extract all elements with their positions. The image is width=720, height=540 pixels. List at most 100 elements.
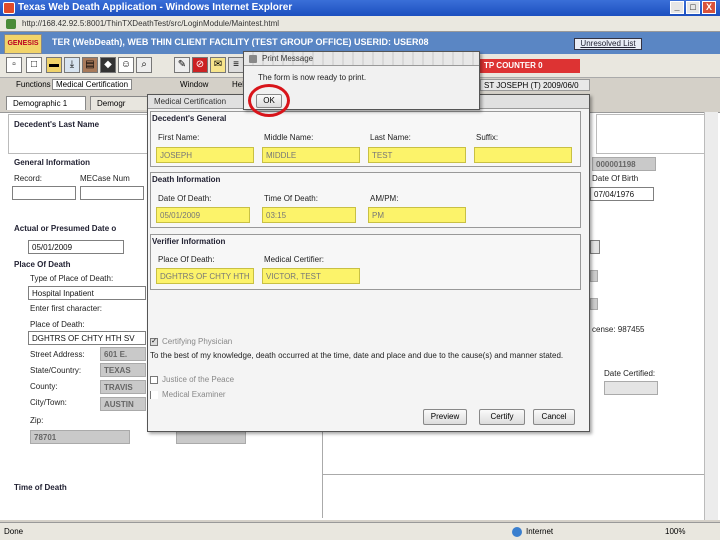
last-name-label: Last Name:: [370, 133, 411, 142]
enter-first-char-label: Enter first character:: [30, 304, 103, 313]
print-icon[interactable]: ▤: [82, 57, 98, 73]
address-bar[interactable]: http://168.42.92.5:8001/ThinTXDeathTest/…: [0, 16, 720, 32]
menu-medical-certification[interactable]: Medical Certification: [52, 79, 133, 90]
place-of-death-section-label: Place Of Death: [14, 260, 71, 269]
medical-examiner-checkbox[interactable]: [150, 391, 158, 399]
actual-date-input[interactable]: 05/01/2009: [28, 240, 124, 254]
middle-name-label: Middle Name:: [264, 133, 314, 142]
time-of-death-label: Time Of Death:: [264, 194, 318, 203]
city-field: AUSTIN: [100, 397, 146, 411]
zoom-icon[interactable]: ⌕: [136, 57, 152, 73]
edit-icon[interactable]: ✎: [174, 57, 190, 73]
menu-functions[interactable]: Functions: [16, 80, 51, 89]
cancel-button[interactable]: Cancel: [533, 409, 575, 425]
window-title-bar: Texas Web Death Application - Windows In…: [0, 0, 720, 16]
tab-demographic-2[interactable]: Demogr: [90, 96, 150, 110]
stop-icon[interactable]: ⊘: [192, 57, 208, 73]
attachment-icon[interactable]: ◆: [100, 57, 116, 73]
tab-demographic-1[interactable]: Demographic 1: [6, 96, 86, 110]
place-death-select[interactable]: DGHTRS OF CHTY HTH SV: [28, 331, 146, 345]
type-place-select[interactable]: Hospital Inpatient: [28, 286, 146, 300]
medical-examiner-label: Medical Examiner: [162, 390, 226, 399]
street-label: Street Address:: [30, 350, 85, 359]
highlight-circle: [248, 84, 290, 117]
dialog-icon: [249, 55, 257, 63]
blank-gray-field: [176, 430, 246, 444]
actual-date-label: Actual or Presumed Date o: [14, 224, 117, 233]
last-name-field: TEST: [368, 147, 466, 163]
city-label: City/Town:: [30, 398, 67, 407]
side-box-2: [590, 298, 598, 310]
certifying-physician-checkbox[interactable]: ✓: [150, 338, 158, 346]
counter-badge: TP COUNTER 0: [480, 59, 580, 73]
menu-window[interactable]: Window: [180, 80, 208, 89]
record-number-field: 000001198: [592, 157, 656, 171]
justice-of-peace-checkbox[interactable]: [150, 376, 158, 384]
page-icon: [6, 19, 16, 29]
decedent-group-label: Decedent's General: [152, 114, 227, 123]
middle-name-field: MIDDLE: [262, 147, 360, 163]
county-label: County:: [30, 382, 58, 391]
record-info: ST JOSEPH (T) 2009/06/0: [480, 79, 590, 91]
zip-field: 78701: [30, 430, 130, 444]
status-zoom[interactable]: 100%: [665, 527, 685, 536]
date-certified-input[interactable]: [604, 381, 658, 395]
open-folder-icon[interactable]: ▬: [46, 57, 62, 73]
address-url: http://168.42.92.5:8001/ThinTXDeathTest/…: [22, 19, 280, 28]
certify-button[interactable]: Certify: [479, 409, 525, 425]
mecase-input[interactable]: [80, 186, 144, 200]
medical-certifier-label: Medical Certifier:: [264, 255, 325, 264]
minimize-button[interactable]: _: [670, 1, 684, 14]
certifying-physician-label: Certifying Physician: [162, 337, 233, 346]
unresolved-list-link[interactable]: Unresolved List: [574, 38, 642, 50]
zip-label: Zip:: [30, 416, 44, 425]
status-zone: Internet: [526, 527, 554, 536]
suffix-field: [474, 147, 572, 163]
ie-icon: [3, 2, 15, 14]
medical-certification-dialog: Medical Certification Decedent's General…: [147, 94, 590, 432]
time-of-death-field: 03:15: [262, 207, 356, 223]
status-bar: Done Internet 100%: [0, 522, 720, 540]
first-name-field: JOSEPH: [156, 147, 254, 163]
users-icon[interactable]: ☺: [118, 57, 134, 73]
first-name-label: First Name:: [158, 133, 200, 142]
medical-certifier-field: VICTOR, TEST: [262, 268, 360, 284]
note-icon[interactable]: ✉: [210, 57, 226, 73]
date-of-birth-label: Date Of Birth: [592, 174, 639, 183]
date-of-death-field: 05/01/2009: [156, 207, 250, 223]
side-select[interactable]: [590, 240, 600, 254]
new-document-icon[interactable]: ▫: [6, 57, 22, 73]
window-title: Texas Web Death Application - Windows In…: [18, 2, 293, 13]
place-death-label2: Place of Death:: [30, 320, 85, 329]
general-info-label: General Information: [14, 158, 91, 167]
license-text: cense: 987455: [592, 325, 645, 334]
save-icon[interactable]: ⤓: [64, 57, 80, 73]
state-label: State/Country:: [30, 366, 82, 375]
maximize-button[interactable]: □: [686, 1, 700, 14]
record-input[interactable]: [12, 186, 76, 200]
page-scrollbar[interactable]: [704, 112, 718, 520]
side-box-1: [590, 270, 598, 282]
date-certified-label: Date Certified:: [604, 369, 656, 378]
close-button[interactable]: X: [702, 1, 716, 14]
justice-of-peace-label: Justice of the Peace: [162, 375, 235, 384]
type-place-label: Type of Place of Death:: [30, 274, 114, 283]
death-group-label: Death Information: [152, 175, 221, 184]
print-message-text: The form is now ready to print.: [258, 73, 367, 82]
street-field: 601 E.: [100, 347, 146, 361]
preview-button[interactable]: Preview: [423, 409, 467, 425]
new-page-icon[interactable]: □: [26, 57, 42, 73]
decedent-section: [8, 114, 148, 154]
suffix-label: Suffix:: [476, 133, 499, 142]
list-icon[interactable]: ≡: [228, 57, 244, 73]
date-of-birth-input[interactable]: 07/04/1976: [590, 187, 654, 201]
ampm-label: AM/PM:: [370, 194, 399, 203]
verifier-place-field: DGHTRS OF CHTY HTH: [156, 268, 254, 284]
divider-line: [322, 432, 323, 518]
state-field: TEXAS: [100, 363, 146, 377]
verifier-place-label: Place Of Death:: [158, 255, 215, 264]
ampm-field: PM: [368, 207, 466, 223]
app-header-text: TER (WebDeath), WEB THIN CLIENT FACILITY…: [52, 37, 429, 47]
divider-line-h: [322, 474, 716, 475]
record-label: Record:: [14, 174, 43, 183]
